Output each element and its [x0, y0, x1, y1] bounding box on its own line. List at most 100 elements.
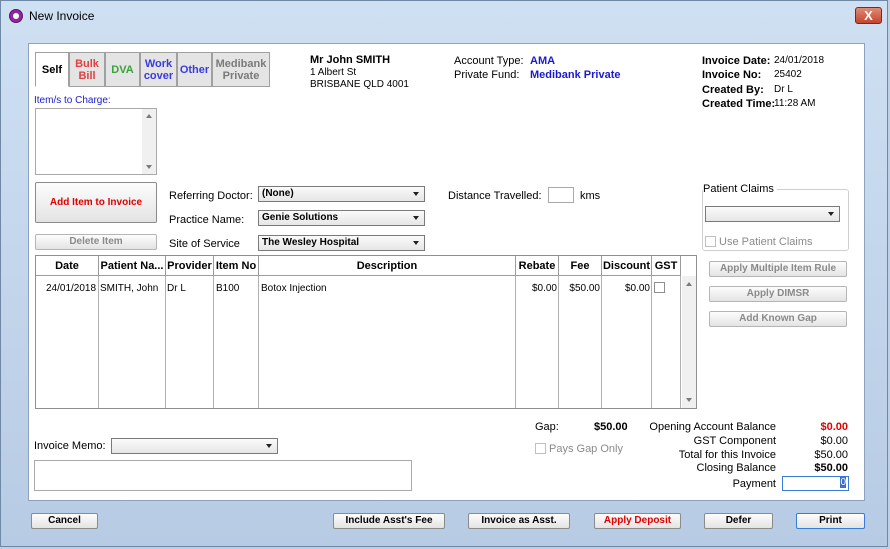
total-invoice-value: $50.00 [814, 449, 848, 461]
patient-address-1: 1 Albert St [310, 67, 357, 78]
column-divider [99, 276, 166, 408]
column-header-date[interactable]: Date [36, 256, 99, 276]
add-known-gap-button[interactable]: Add Known Gap [709, 311, 847, 327]
account-type-label: Account Type: [454, 55, 524, 67]
site-of-service-label: Site of Service [169, 238, 240, 250]
created-time-label: Created Time: [702, 98, 776, 110]
column-header-discount[interactable]: Discount [602, 256, 652, 276]
tab-self-label: Self [41, 63, 63, 76]
patient-claims-label: Patient Claims [703, 183, 777, 195]
gst-checkbox[interactable] [654, 282, 665, 293]
referring-doctor-select[interactable]: (None) [258, 186, 425, 202]
column-header-gst[interactable]: GST [652, 256, 681, 276]
opening-balance-label: Opening Account Balance [649, 421, 776, 433]
column-header-provider[interactable]: Provider [166, 256, 214, 276]
tab-medibank-private-label: Medibank Private [215, 57, 267, 82]
tab-medibank-private[interactable]: Medibank Private [212, 52, 270, 87]
items-to-charge-list[interactable] [35, 108, 157, 175]
invoice-no-label: Invoice No: [702, 69, 762, 81]
practice-name-select[interactable]: Genie Solutions [258, 210, 425, 226]
defer-button[interactable]: Defer [704, 513, 773, 529]
column-header-patient[interactable]: Patient Na... [99, 256, 166, 276]
table-row[interactable]: 24/01/2018 SMITH, John Dr L B100 Botox I… [36, 277, 681, 295]
use-patient-claims-checkbox[interactable] [705, 236, 716, 247]
items-scrollbar[interactable] [142, 109, 156, 174]
column-divider [166, 276, 214, 408]
tab-bulk-bill-label: Bulk Bill [75, 57, 99, 82]
cell-rebate: $0.00 [531, 283, 557, 294]
window-title: New Invoice [29, 9, 95, 23]
apply-multiple-item-rule-button[interactable]: Apply Multiple Item Rule [709, 261, 847, 277]
created-by-value: Dr L [774, 84, 793, 95]
apply-dimsr-button[interactable]: Apply DIMSR [709, 286, 847, 302]
tab-other-label: Other [179, 63, 210, 76]
add-item-button[interactable]: Add Item to Invoice [35, 182, 157, 223]
distance-input[interactable] [548, 187, 574, 203]
distance-travelled-label: Distance Travelled: [448, 190, 542, 202]
practice-name-value: Genie Solutions [262, 212, 339, 223]
chevron-down-icon [828, 212, 834, 216]
column-divider [214, 276, 259, 408]
cell-discount: $0.00 [624, 283, 650, 294]
title-bar[interactable]: New Invoice X [0, 0, 888, 30]
include-asst-fee-button[interactable]: Include Asst's Fee [333, 513, 445, 529]
cancel-button[interactable]: Cancel [31, 513, 98, 529]
tab-work-cover[interactable]: Work cover [140, 52, 177, 87]
cell-fee: $50.00 [569, 283, 600, 294]
invoice-items-table: Date Patient Na... Provider Item No Desc… [35, 255, 697, 409]
invoice-memo-text[interactable] [34, 460, 412, 491]
tab-bulk-bill[interactable]: Bulk Bill [69, 52, 105, 87]
created-by-label: Created By: [702, 84, 764, 96]
cell-provider: Dr L [167, 283, 186, 294]
patient-claims-select[interactable] [705, 206, 840, 222]
column-divider [36, 276, 99, 408]
column-divider [602, 276, 652, 408]
gst-component-label: GST Component [693, 435, 776, 447]
closing-balance-value: $50.00 [814, 462, 848, 474]
invoice-memo-select[interactable] [111, 438, 278, 454]
closing-balance-label: Closing Balance [696, 462, 777, 474]
apply-deposit-button[interactable]: Apply Deposit [594, 513, 681, 529]
tab-dva[interactable]: DVA [105, 52, 140, 87]
chevron-down-icon [266, 444, 272, 448]
column-header-item-no[interactable]: Item No [214, 256, 259, 276]
cell-item-no: B100 [216, 283, 240, 294]
cell-patient: SMITH, John [100, 283, 159, 294]
site-of-service-select[interactable]: The Wesley Hospital [258, 235, 425, 251]
invoice-as-asst-button[interactable]: Invoice as Asst. [468, 513, 570, 529]
patient-address-2: BRISBANE QLD 4001 [310, 79, 409, 90]
site-of-service-value: The Wesley Hospital [262, 237, 360, 248]
payment-input[interactable]: 0 [782, 476, 849, 491]
scroll-down-icon [146, 165, 152, 169]
invoice-date-label: Invoice Date: [702, 55, 771, 67]
print-button[interactable]: Print [796, 513, 865, 529]
column-divider [559, 276, 602, 408]
referring-doctor-value: (None) [262, 188, 294, 199]
tab-work-cover-label: Work cover [143, 57, 174, 82]
tab-other[interactable]: Other [177, 52, 212, 87]
invoice-memo-label: Invoice Memo: [34, 440, 106, 452]
table-scrollbar[interactable] [682, 276, 696, 408]
delete-item-button[interactable]: Delete Item [35, 234, 157, 250]
column-header-fee[interactable]: Fee [559, 256, 602, 276]
patient-name: Mr John SMITH [310, 54, 391, 66]
chevron-down-icon [413, 192, 419, 196]
close-button[interactable]: X [855, 7, 882, 24]
column-header-rebate[interactable]: Rebate [516, 256, 559, 276]
chevron-down-icon [413, 216, 419, 220]
column-divider [652, 276, 681, 408]
cell-description: Botox Injection [261, 283, 327, 294]
invoice-no-value: 25402 [774, 69, 802, 80]
private-fund-value: Medibank Private [530, 69, 621, 81]
use-patient-claims-label: Use Patient Claims [719, 236, 813, 248]
column-divider [516, 276, 559, 408]
gst-component-value: $0.00 [820, 435, 848, 447]
tab-dva-label: DVA [111, 63, 134, 76]
gap-label: Gap: [535, 421, 559, 433]
invoice-date-value: 24/01/2018 [774, 55, 825, 66]
pays-gap-only-checkbox[interactable] [535, 443, 546, 454]
tab-self[interactable]: Self [35, 52, 69, 87]
column-header-description[interactable]: Description [259, 256, 516, 276]
private-fund-label: Private Fund: [454, 69, 520, 81]
account-type-value: AMA [530, 55, 556, 67]
